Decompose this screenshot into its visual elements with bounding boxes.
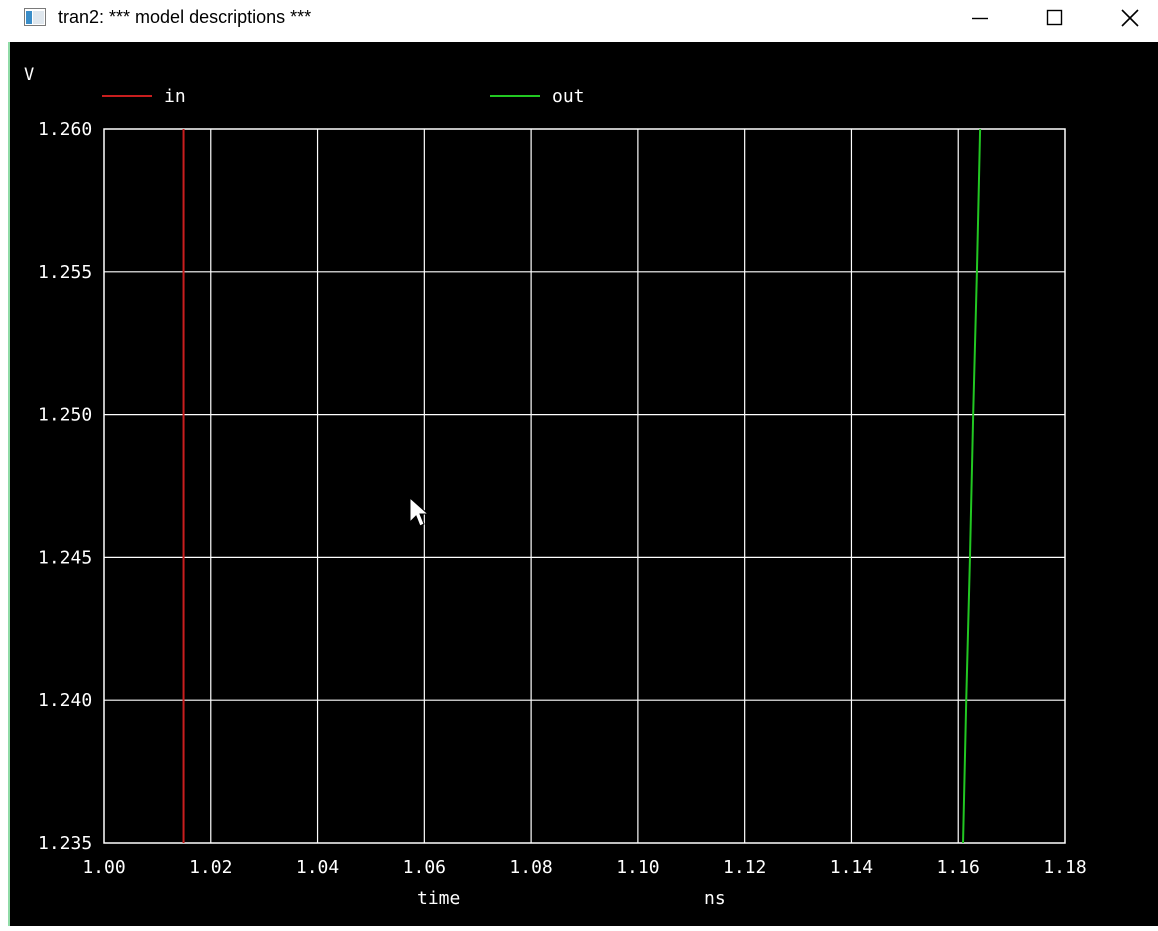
x-tick-label: 1.04	[296, 857, 339, 878]
tick-labels: 1.00 1.02 1.04 1.06 1.08 1.10 1.12 1.14 1.16 1.18…	[38, 119, 1087, 878]
y-tick-label: 1.255	[38, 262, 92, 283]
y-tick-label: 1.260	[38, 119, 92, 140]
minimize-button[interactable]	[942, 0, 1018, 36]
y-tick-label: 1.250	[38, 405, 92, 426]
background-window-strip	[0, 0, 10, 926]
x-tick-label: 1.00	[82, 857, 125, 878]
x-tick-label: 1.14	[830, 857, 873, 878]
series-layer	[182, 128, 982, 844]
app-window-icon	[24, 8, 46, 26]
x-tick-label: 1.16	[937, 857, 980, 878]
y-tick-label: 1.240	[38, 690, 92, 711]
minimize-icon	[972, 17, 988, 20]
title-bar[interactable]: tran2: *** model descriptions ***	[0, 0, 1158, 42]
x-tick-label: 1.02	[189, 857, 232, 878]
plot-frame	[103, 128, 1066, 844]
plot-window: tran2: *** model descriptions *** 1.00 1…	[0, 0, 1158, 926]
y-axis-label: V	[24, 65, 34, 85]
x-tick-label: 1.08	[509, 857, 552, 878]
close-icon	[1121, 9, 1139, 27]
x-tick-label: 1.12	[723, 857, 766, 878]
series-out-line	[962, 128, 982, 844]
window-title: tran2: *** model descriptions ***	[58, 7, 312, 27]
grid	[103, 128, 1066, 844]
y-tick-label: 1.235	[38, 833, 92, 854]
mouse-cursor-icon	[409, 496, 430, 527]
close-button[interactable]	[1092, 0, 1158, 36]
waveform-chart[interactable]: 1.00 1.02 1.04 1.06 1.08 1.10 1.12 1.14 1.16 1.18…	[10, 42, 1158, 926]
x-tick-label: 1.10	[616, 857, 659, 878]
y-tick-label: 1.245	[38, 547, 92, 568]
legend: in out	[102, 86, 585, 107]
x-tick-label: 1.06	[403, 857, 446, 878]
plot-area[interactable]: 1.00 1.02 1.04 1.06 1.08 1.10 1.12 1.14 1.16 1.18…	[10, 42, 1158, 926]
x-axis-unit: ns	[704, 888, 726, 909]
maximize-icon	[1046, 9, 1063, 26]
x-tick-label: 1.18	[1043, 857, 1086, 878]
legend-out-label: out	[552, 86, 585, 107]
legend-in-label: in	[164, 86, 186, 107]
x-axis-label: time	[417, 888, 460, 909]
maximize-button[interactable]	[1016, 0, 1092, 36]
